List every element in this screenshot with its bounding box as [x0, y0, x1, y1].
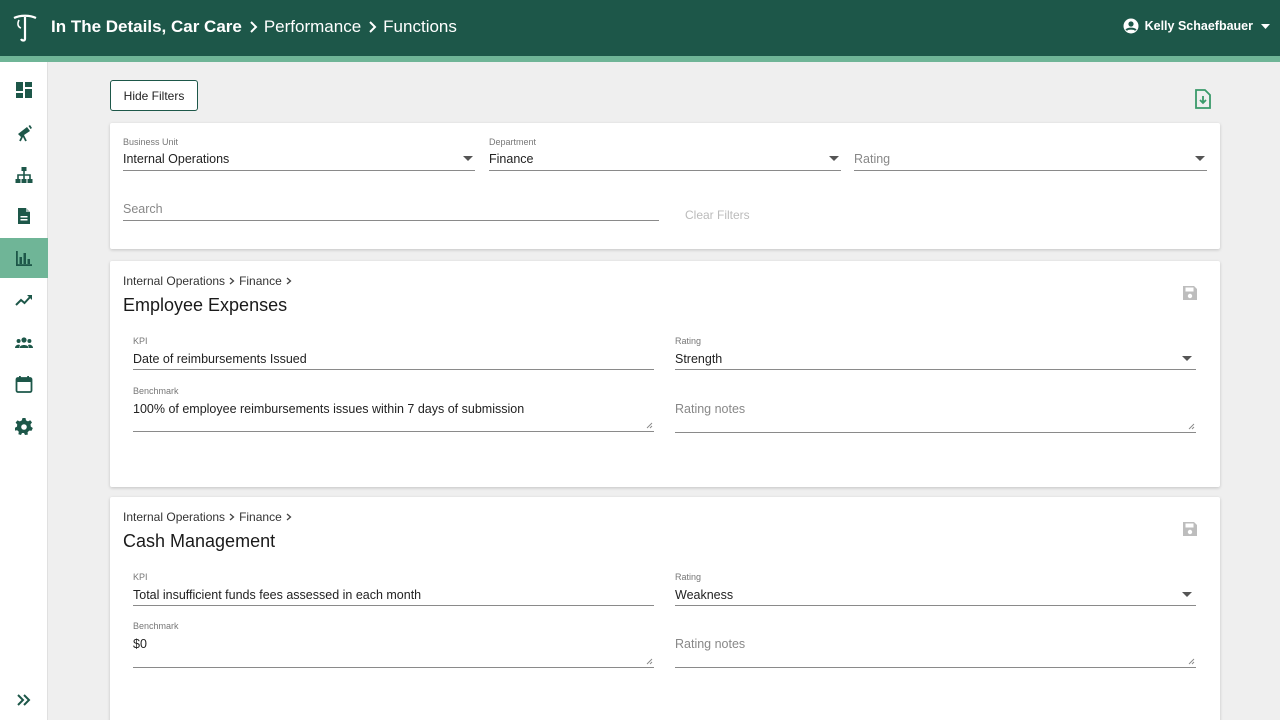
function-card: Internal Operations Finance Employee Exp… — [110, 261, 1220, 487]
user-name: Kelly Schaefbauer — [1144, 19, 1253, 33]
resize-grip-icon[interactable] — [646, 658, 653, 665]
rating-filter-placeholder: Rating — [854, 152, 891, 166]
breadcrumb-business-unit: Internal Operations — [123, 274, 226, 288]
chevron-right-icon — [286, 277, 292, 285]
search-placeholder: Search — [123, 202, 163, 216]
benchmark-label: Benchmark — [133, 386, 179, 396]
bar-chart-icon — [16, 251, 32, 266]
kpi-value: Date of reimbursements Issued — [133, 352, 307, 366]
breadcrumb-functions: Functions — [383, 17, 457, 36]
kpi-value: Total insufficient funds fees assessed i… — [133, 588, 422, 602]
chevron-right-icon — [249, 21, 258, 33]
dropdown-arrow-icon — [463, 156, 473, 161]
document-icon — [18, 208, 30, 224]
dropdown-arrow-icon — [1195, 156, 1205, 161]
hide-filters-button[interactable]: Hide Filters — [110, 80, 198, 111]
business-unit-select[interactable]: Business Unit Internal Operations — [123, 137, 475, 171]
top-bar: In The Details, Car Care Performance Fun… — [0, 0, 1280, 56]
business-unit-value: Internal Operations — [123, 152, 230, 166]
chevron-right-icon — [368, 21, 377, 33]
chevron-right-icon — [229, 277, 235, 285]
function-title: Employee Expenses — [123, 295, 288, 315]
resize-grip-icon[interactable] — [1188, 423, 1195, 430]
sidebar-item-people[interactable] — [0, 323, 48, 363]
sidebar-item-documents[interactable] — [0, 196, 48, 236]
sidebar — [0, 62, 48, 720]
sidebar-item-trends[interactable] — [0, 280, 48, 320]
sidebar-item-vision[interactable] — [0, 113, 48, 153]
search-input[interactable]: Search — [123, 195, 659, 221]
org-name[interactable]: In The Details, Car Care — [51, 17, 242, 37]
double-chevron-right-icon — [17, 694, 31, 706]
sidebar-item-dashboard[interactable] — [0, 70, 48, 110]
telescope-icon — [18, 125, 32, 142]
sidebar-item-performance[interactable] — [0, 238, 48, 278]
kpi-field[interactable]: KPI Date of reimbursements Issued — [133, 336, 654, 370]
save-icon[interactable] — [1182, 521, 1198, 537]
sidebar-item-settings[interactable] — [0, 406, 48, 446]
sidebar-expand-button[interactable] — [0, 680, 48, 720]
breadcrumb-business-unit: Internal Operations — [123, 510, 226, 524]
rating-value: Strength — [675, 352, 723, 366]
resize-grip-icon[interactable] — [646, 422, 653, 429]
save-icon[interactable] — [1182, 285, 1198, 301]
clear-filters-button[interactable]: Clear Filters — [685, 208, 750, 222]
breadcrumb-department: Finance — [239, 274, 282, 288]
rating-notes-placeholder: Rating notes — [675, 402, 746, 416]
resize-grip-icon[interactable] — [1188, 658, 1195, 665]
filters-panel: Business Unit Internal Operations Depart… — [110, 123, 1220, 249]
trend-icon — [15, 295, 32, 306]
header-accent-stripe — [0, 56, 1280, 62]
rating-notes-textarea[interactable]: Rating notes — [675, 386, 1196, 433]
department-select[interactable]: Department Finance — [489, 137, 841, 171]
rating-value: Weakness — [675, 588, 734, 602]
benchmark-textarea[interactable]: Benchmark 100% of employee reimbursement… — [133, 386, 654, 432]
rating-label: Rating — [675, 336, 702, 346]
rating-filter-select[interactable]: Rating — [854, 137, 1207, 171]
dashboard-icon — [16, 82, 32, 98]
user-menu[interactable]: Kelly Schaefbauer — [1123, 18, 1270, 34]
kpi-label: KPI — [133, 572, 148, 582]
rating-notes-textarea[interactable]: Rating notes — [675, 621, 1196, 668]
account-circle-icon — [1123, 18, 1139, 34]
calendar-icon — [15, 376, 33, 393]
dropdown-arrow-icon — [1182, 592, 1192, 597]
breadcrumb: In The Details, Car Care Performance Fun… — [51, 17, 457, 37]
sidebar-item-calendar[interactable] — [0, 364, 48, 404]
benchmark-textarea[interactable]: Benchmark $0 — [133, 621, 654, 668]
function-card: Internal Operations Finance Cash Managem… — [110, 497, 1220, 720]
kpi-field[interactable]: KPI Total insufficient funds fees assess… — [133, 572, 654, 606]
dropdown-arrow-icon — [829, 156, 839, 161]
export-file-icon[interactable] — [1194, 89, 1212, 109]
function-title: Cash Management — [123, 531, 276, 551]
breadcrumb-performance[interactable]: Performance — [264, 17, 361, 37]
function-breadcrumb: Internal Operations Finance — [123, 274, 296, 288]
benchmark-value: 100% of employee reimbursements issues w… — [133, 402, 525, 416]
department-value: Finance — [489, 152, 534, 166]
org-chart-icon — [15, 167, 33, 183]
breadcrumb-department: Finance — [239, 510, 282, 524]
rating-select[interactable]: Rating Weakness — [675, 572, 1196, 606]
kpi-label: KPI — [133, 336, 148, 346]
people-icon — [15, 337, 33, 348]
department-label: Department — [489, 137, 537, 147]
rating-select[interactable]: Rating Strength — [675, 336, 1196, 370]
benchmark-value: $0 — [133, 637, 147, 651]
rating-label: Rating — [675, 572, 702, 582]
rating-notes-placeholder: Rating notes — [675, 637, 746, 651]
business-unit-label: Business Unit — [123, 137, 179, 147]
settings-icon — [15, 418, 33, 435]
benchmark-label: Benchmark — [133, 621, 179, 631]
dropdown-arrow-icon — [1182, 356, 1192, 361]
caret-down-icon — [1261, 23, 1270, 29]
chevron-right-icon — [286, 513, 292, 521]
function-breadcrumb: Internal Operations Finance — [123, 510, 296, 524]
app-logo-icon[interactable] — [12, 14, 38, 42]
sidebar-item-org-chart[interactable] — [0, 155, 48, 195]
chevron-right-icon — [229, 513, 235, 521]
